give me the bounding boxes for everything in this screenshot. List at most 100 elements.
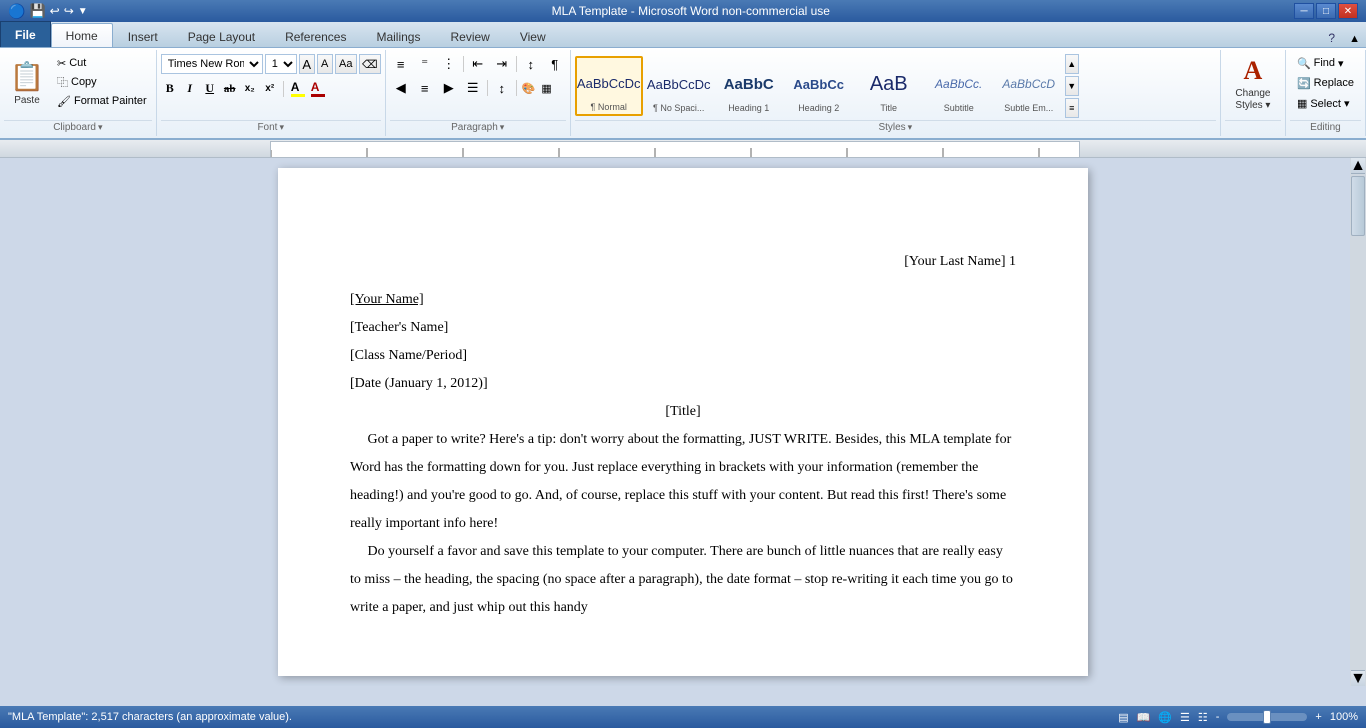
clipboard-expand-icon[interactable]: ▾ [98, 122, 103, 133]
change-styles-button[interactable]: A ChangeStyles ▾ [1225, 54, 1281, 114]
decrease-font-button[interactable]: A [317, 54, 333, 74]
highlight-color-bar [291, 94, 305, 97]
tab-insert[interactable]: Insert [113, 25, 173, 47]
style-nospacing[interactable]: AaBbCcDc ¶ No Spaci... [645, 56, 713, 116]
scroll-thumb[interactable] [1351, 176, 1365, 236]
window-controls: ─ □ ✕ [1294, 3, 1358, 19]
clipboard-group: 📋 Paste ✂ Cut ⿻ Copy 🖌 Format Painter C [0, 50, 157, 136]
style-heading2[interactable]: AaBbCc Heading 2 [785, 56, 853, 116]
paste-button[interactable]: 📋 Paste [4, 54, 50, 112]
statusbar: "MLA Template": 2,517 characters (an app… [0, 706, 1366, 728]
numbering-button[interactable]: ⁼ [414, 54, 436, 74]
cut-button[interactable]: ✂ Cut [52, 54, 152, 72]
doc-title-line: [Title] [350, 398, 1016, 426]
styles-scroll-up[interactable]: ▲ [1065, 54, 1079, 74]
change-case-button[interactable]: Aa [335, 54, 357, 74]
para1-content: Got a paper to write? Here's a tip: don'… [350, 432, 1011, 531]
increase-font-button[interactable]: A [299, 54, 315, 74]
style-subtle-em[interactable]: AaBbCcD Subtle Em... [995, 56, 1063, 116]
minimize-button[interactable]: ─ [1294, 3, 1314, 19]
zoom-in-button[interactable]: + [1315, 711, 1321, 723]
increase-indent-button[interactable]: ⇥ [491, 54, 513, 74]
zoom-slider[interactable] [1227, 713, 1307, 721]
tab-view[interactable]: View [505, 25, 561, 47]
separator [463, 56, 464, 72]
separator3 [487, 80, 488, 96]
para2-content: Do yourself a favor and save this templa… [350, 544, 1013, 615]
strikethrough-button[interactable]: ab [221, 79, 239, 99]
help-icon[interactable]: ? [1320, 29, 1343, 47]
titlebar: 🔵 💾 ↩ ↪ ▼ MLA Template - Microsoft Word … [0, 0, 1366, 22]
style-normal[interactable]: AaBbCcDc ¶ Normal [575, 56, 643, 116]
tab-pagelayout[interactable]: Page Layout [173, 25, 270, 47]
style-subtitle[interactable]: AaBbCc. Subtitle [925, 56, 993, 116]
styles-content: AaBbCcDc ¶ Normal AaBbCcDc ¶ No Spaci...… [575, 52, 1216, 118]
bold-button[interactable]: B [161, 79, 179, 99]
font-name-select[interactable]: Times New Roman [161, 54, 263, 74]
style-heading1[interactable]: AaBbC Heading 1 [715, 56, 783, 116]
quick-more[interactable]: ▼ [78, 6, 88, 17]
align-center-button[interactable]: ≡ [414, 78, 436, 98]
collapse-ribbon[interactable]: ▲ [1343, 31, 1366, 47]
subscript-button[interactable]: x₂ [241, 79, 259, 99]
decrease-indent-button[interactable]: ⇤ [467, 54, 489, 74]
font-label: Font ▾ [161, 120, 381, 134]
quick-redo[interactable]: ↪ [64, 4, 74, 18]
styles-expand-icon[interactable]: ▾ [908, 122, 913, 133]
font-color-button[interactable]: A [309, 78, 327, 99]
multilevel-button[interactable]: ⋮ [438, 54, 460, 74]
font-expand-icon[interactable]: ▾ [279, 122, 284, 133]
tab-home[interactable]: Home [51, 23, 113, 47]
view-reading-icon[interactable]: 📖 [1137, 711, 1151, 724]
clear-format-button[interactable]: ⌫ [359, 54, 381, 74]
styles-more[interactable]: ≡ [1065, 98, 1079, 118]
replace-button[interactable]: 🔄 Replace [1290, 74, 1361, 92]
close-button[interactable]: ✕ [1338, 3, 1358, 19]
para2-text: Do yourself a favor and save this templa… [350, 544, 1013, 615]
show-marks-button[interactable]: ¶ [544, 54, 566, 74]
style-nospacing-label: ¶ No Spaci... [653, 103, 704, 113]
tab-references[interactable]: References [270, 25, 361, 47]
style-title[interactable]: AaB Title [855, 56, 923, 116]
text-highlight-button[interactable]: A [289, 78, 307, 99]
superscript-button[interactable]: x² [261, 79, 279, 99]
zoom-out-button[interactable]: - [1216, 711, 1220, 723]
borders-button[interactable]: ▦ [539, 80, 553, 97]
underline-button[interactable]: U [201, 79, 219, 99]
bullets-button[interactable]: ≡ [390, 54, 412, 74]
tab-review[interactable]: Review [435, 25, 504, 47]
find-button[interactable]: 🔍 Find ▾ [1290, 54, 1351, 72]
quick-save[interactable]: 💾 [29, 3, 45, 19]
align-right-button[interactable]: ▶ [438, 78, 460, 98]
style-heading2-label: Heading 2 [798, 103, 839, 113]
justify-button[interactable]: ☰ [462, 78, 484, 98]
font-color-icon: A [311, 80, 325, 94]
sort-button[interactable]: ↕ [520, 54, 542, 74]
view-normal-icon[interactable]: ▤ [1118, 711, 1128, 724]
maximize-button[interactable]: □ [1316, 3, 1336, 19]
styles-scroll-down[interactable]: ▼ [1065, 76, 1079, 96]
font-size-select[interactable]: 12 [265, 54, 297, 74]
copy-button[interactable]: ⿻ Copy [52, 73, 152, 91]
italic-button[interactable]: I [181, 79, 199, 99]
view-outline-icon[interactable]: ☰ [1180, 711, 1190, 724]
tab-file[interactable]: File [0, 21, 51, 47]
tab-mailings[interactable]: Mailings [361, 25, 435, 47]
paragraph-1: Got a paper to write? Here's a tip: don'… [350, 426, 1016, 538]
cut-label: Cut [69, 57, 86, 69]
scroll-down-button[interactable]: ▼ [1351, 670, 1365, 686]
line-spacing-button[interactable]: ↕ [491, 78, 513, 98]
view-web-icon[interactable]: 🌐 [1158, 711, 1172, 724]
scroll-up-button[interactable]: ▲ [1351, 158, 1365, 174]
view-draft-icon[interactable]: ☷ [1198, 711, 1208, 724]
quick-undo[interactable]: ↩ [50, 4, 60, 18]
paragraph-expand-icon[interactable]: ▾ [500, 122, 505, 133]
styles-group: AaBbCcDc ¶ Normal AaBbCcDc ¶ No Spaci...… [571, 50, 1221, 136]
clipboard-small-buttons: ✂ Cut ⿻ Copy 🖌 Format Painter [52, 54, 152, 110]
editing-group: 🔍 Find ▾ 🔄 Replace ▦ Select ▾ Editing [1286, 50, 1366, 136]
shading-button[interactable]: 🎨 [520, 80, 538, 97]
vertical-scrollbar[interactable]: ▲ ▼ [1350, 158, 1366, 686]
select-button[interactable]: ▦ Select ▾ [1290, 94, 1357, 112]
format-painter-button[interactable]: 🖌 Format Painter [52, 92, 152, 110]
align-left-button[interactable]: ◀ [390, 78, 412, 98]
